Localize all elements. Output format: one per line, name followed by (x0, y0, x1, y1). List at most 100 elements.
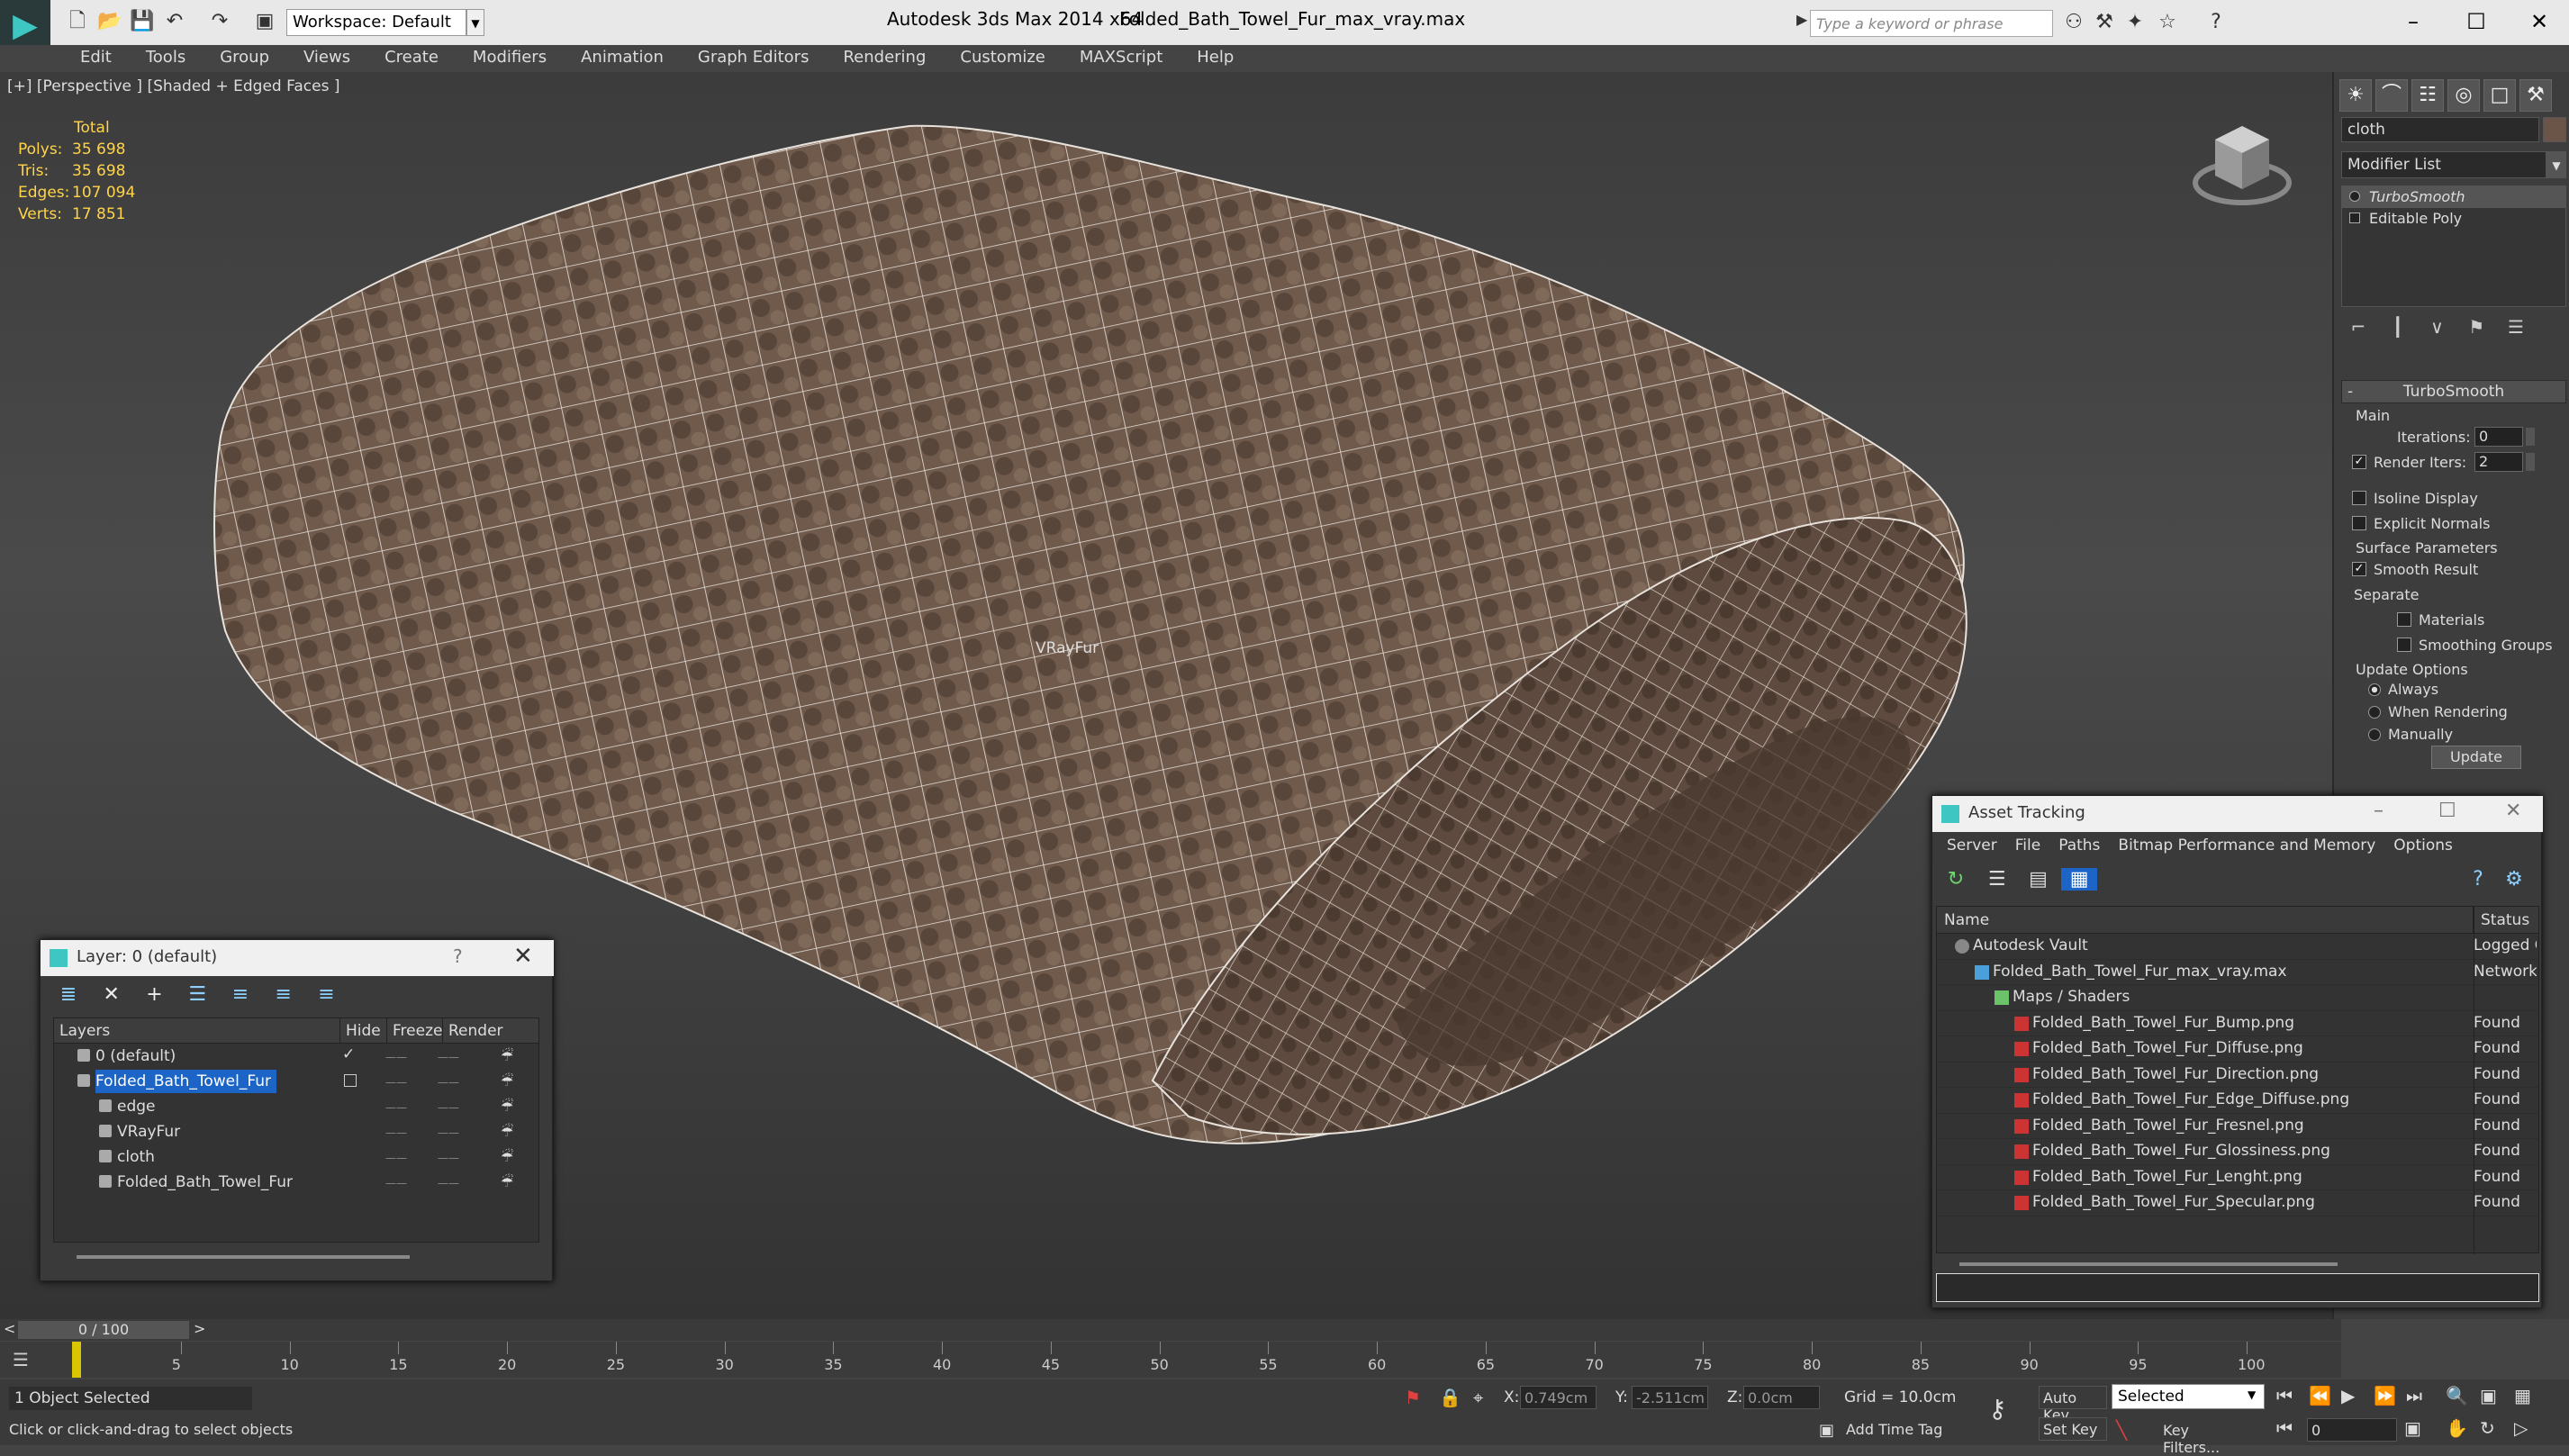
isolate-selection-icon[interactable]: ⚑ (1405, 1387, 1421, 1408)
iterations-spinner[interactable]: 0 (2474, 427, 2535, 447)
key-mode-icon[interactable]: ╲ (2116, 1419, 2127, 1441)
delete-layer-icon[interactable]: ✕ (93, 983, 131, 1006)
save-file-icon[interactable]: 💾 (130, 9, 155, 34)
layer-row[interactable]: VRayFur —— —— ☔ (54, 1119, 538, 1144)
render-teapot-icon[interactable]: ☔ (501, 1173, 513, 1190)
minimize-button[interactable]: – (2374, 800, 2384, 822)
stack-item-turbosmooth[interactable]: TurboSmooth (2342, 186, 2565, 208)
freeze-all-layers-icon[interactable]: ≡ (307, 983, 345, 1006)
asset-menu-file[interactable]: File (2006, 832, 2049, 861)
list-view-icon[interactable]: ☰ (1979, 868, 2015, 891)
key-set-dropdown[interactable]: Selected (2112, 1384, 2265, 1409)
chevron-down-icon[interactable]: ▼ (466, 9, 484, 36)
freeze-toggle[interactable]: —— (438, 1051, 459, 1063)
viewport-label[interactable]: [+] [Perspective ] [Shaded + Edged Faces… (7, 77, 339, 95)
maximize-button[interactable]: ☐ (2438, 800, 2456, 822)
close-icon[interactable]: ✕ (513, 943, 533, 970)
col-layers[interactable]: Layers (54, 1018, 340, 1043)
field-of-view-icon[interactable]: ▷ (2514, 1417, 2528, 1439)
smooth-result-checkbox[interactable]: ✓ (2352, 562, 2366, 576)
time-slider-next[interactable]: > (194, 1320, 205, 1337)
manually-radio[interactable] (2368, 728, 2381, 741)
asset-row[interactable]: Folded_Bath_Towel_Fur_Direction.png Found (1937, 1063, 2538, 1088)
materials-checkbox[interactable] (2397, 612, 2411, 627)
asset-row[interactable]: Folded_Bath_Towel_Fur_max_vray.max Networ… (1937, 960, 2538, 985)
time-slider-thumb[interactable]: 0 / 100 (18, 1321, 189, 1339)
hide-toggle[interactable]: —— (385, 1177, 407, 1189)
asset-menu-server[interactable]: Server (1938, 832, 2006, 861)
asset-row[interactable]: Folded_Bath_Towel_Fur_Lenght.png Found (1937, 1165, 2538, 1190)
close-icon[interactable]: ✕ (2505, 800, 2521, 822)
orbit-icon[interactable]: ↻ (2480, 1417, 2495, 1439)
asset-menu-options[interactable]: Options (2384, 832, 2462, 861)
viewcube-icon[interactable] (2188, 113, 2296, 212)
render-teapot-icon[interactable]: ☔ (501, 1098, 513, 1115)
menu-edit[interactable]: Edit (63, 45, 129, 72)
maximize-button[interactable]: ☐ (2449, 4, 2503, 40)
help-icon[interactable]: ? (453, 945, 463, 967)
horizontal-scrollbar[interactable] (1959, 1262, 2338, 1266)
freeze-toggle[interactable]: —— (438, 1076, 459, 1089)
asset-row[interactable]: Folded_Bath_Towel_Fur_Specular.png Found (1937, 1190, 2538, 1216)
asset-row[interactable]: Maps / Shaders (1937, 985, 2538, 1011)
redo-icon[interactable]: ↷ (207, 9, 232, 34)
freeze-toggle[interactable]: —— (438, 1101, 459, 1114)
motion-tab-icon[interactable]: ◎ (2447, 79, 2480, 112)
current-layer-checkbox[interactable]: ✓ (342, 1045, 355, 1063)
stack-item-editable-poly[interactable]: Editable Poly (2342, 208, 2565, 230)
table-view-icon[interactable]: ▤ (2020, 868, 2056, 891)
col-name[interactable]: Name (1937, 907, 2474, 933)
time-tag-icon[interactable]: ▣ (1819, 1421, 1834, 1440)
object-name-field[interactable]: cloth (2341, 117, 2539, 142)
help-icon[interactable]: ? (2460, 868, 2496, 891)
expand-search-icon[interactable]: ▶ (1796, 11, 1807, 28)
modify-tab-icon[interactable]: ⌒ (2375, 79, 2408, 112)
freeze-toggle[interactable]: —— (438, 1152, 459, 1164)
utilities-tab-icon[interactable]: ⚒ (2519, 79, 2552, 112)
y-coordinate-field[interactable]: -2.511cm (1632, 1386, 1708, 1409)
select-objects-icon[interactable]: ☰ (178, 983, 216, 1006)
menu-tools[interactable]: Tools (129, 45, 203, 72)
asset-row[interactable]: Folded_Bath_Towel_Fur_Diffuse.png Found (1937, 1036, 2538, 1063)
chevron-down-icon[interactable]: ▼ (2248, 1388, 2256, 1401)
z-coordinate-field[interactable]: 0.0cm (1743, 1386, 1820, 1409)
undo-icon[interactable]: ↶ (162, 9, 187, 34)
menu-help[interactable]: Help (1180, 45, 1251, 72)
current-frame-field[interactable]: 0 (2307, 1418, 2397, 1442)
x-coordinate-field[interactable]: 0.749cm (1520, 1386, 1597, 1409)
menu-animation[interactable]: Animation (564, 45, 681, 72)
go-to-end-icon[interactable]: ⏭ (2406, 1385, 2422, 1406)
set-key-icon[interactable]: ⚷ (1988, 1394, 2007, 1424)
menu-group[interactable]: Group (203, 45, 286, 72)
render-iters-spinner[interactable]: 2 (2474, 452, 2535, 472)
freeze-toggle[interactable]: —— (438, 1126, 459, 1139)
time-slider-prev[interactable]: < (4, 1320, 15, 1337)
layer-row[interactable]: cloth —— —— ☔ (54, 1144, 538, 1170)
isoline-display-checkbox[interactable] (2352, 491, 2366, 505)
hide-toggle[interactable]: —— (385, 1076, 407, 1089)
layer-row[interactable]: 0 (default) ✓ —— —— ☔ (54, 1044, 538, 1069)
render-teapot-icon[interactable]: ☔ (501, 1047, 513, 1064)
col-freeze[interactable]: Freeze (387, 1018, 443, 1043)
settings-icon[interactable]: ⚙ (2496, 868, 2532, 891)
time-config-icon[interactable]: ▣ (2404, 1417, 2421, 1439)
hide-toggle[interactable]: —— (385, 1051, 407, 1063)
asset-row[interactable]: Folded_Bath_Towel_Fur_Fresnel.png Found (1937, 1114, 2538, 1139)
configure-modifier-sets-icon[interactable]: ☰ (2499, 313, 2533, 340)
play-icon[interactable]: ▶ (2341, 1385, 2355, 1406)
remove-modifier-icon[interactable]: ⚑ (2459, 313, 2493, 340)
next-frame-icon[interactable]: ⏩ (2374, 1385, 2396, 1406)
menu-modifiers[interactable]: Modifiers (456, 45, 564, 72)
key-mode-toggle-icon[interactable]: ⏮ (2276, 1417, 2293, 1439)
add-to-layer-icon[interactable]: + (135, 983, 173, 1006)
asset-row[interactable]: Folded_Bath_Towel_Fur_Edge_Diffuse.png Fo… (1937, 1088, 2538, 1114)
col-render[interactable]: Render (443, 1018, 504, 1043)
maximize-viewport-icon[interactable]: ▦ (2514, 1385, 2531, 1406)
layer-row[interactable]: Folded_Bath_Towel_Fur —— —— ☔ (54, 1069, 538, 1094)
binoculars-icon[interactable]: ⚇ (2060, 9, 2087, 36)
favorites-star-icon[interactable]: ☆ (2154, 9, 2181, 36)
lock-icon[interactable]: 🔒 (1439, 1387, 1461, 1408)
asset-row[interactable]: Folded_Bath_Towel_Fur_Glossiness.png Foun… (1937, 1139, 2538, 1165)
col-status[interactable]: Status (2474, 907, 2538, 933)
menu-views[interactable]: Views (286, 45, 367, 72)
